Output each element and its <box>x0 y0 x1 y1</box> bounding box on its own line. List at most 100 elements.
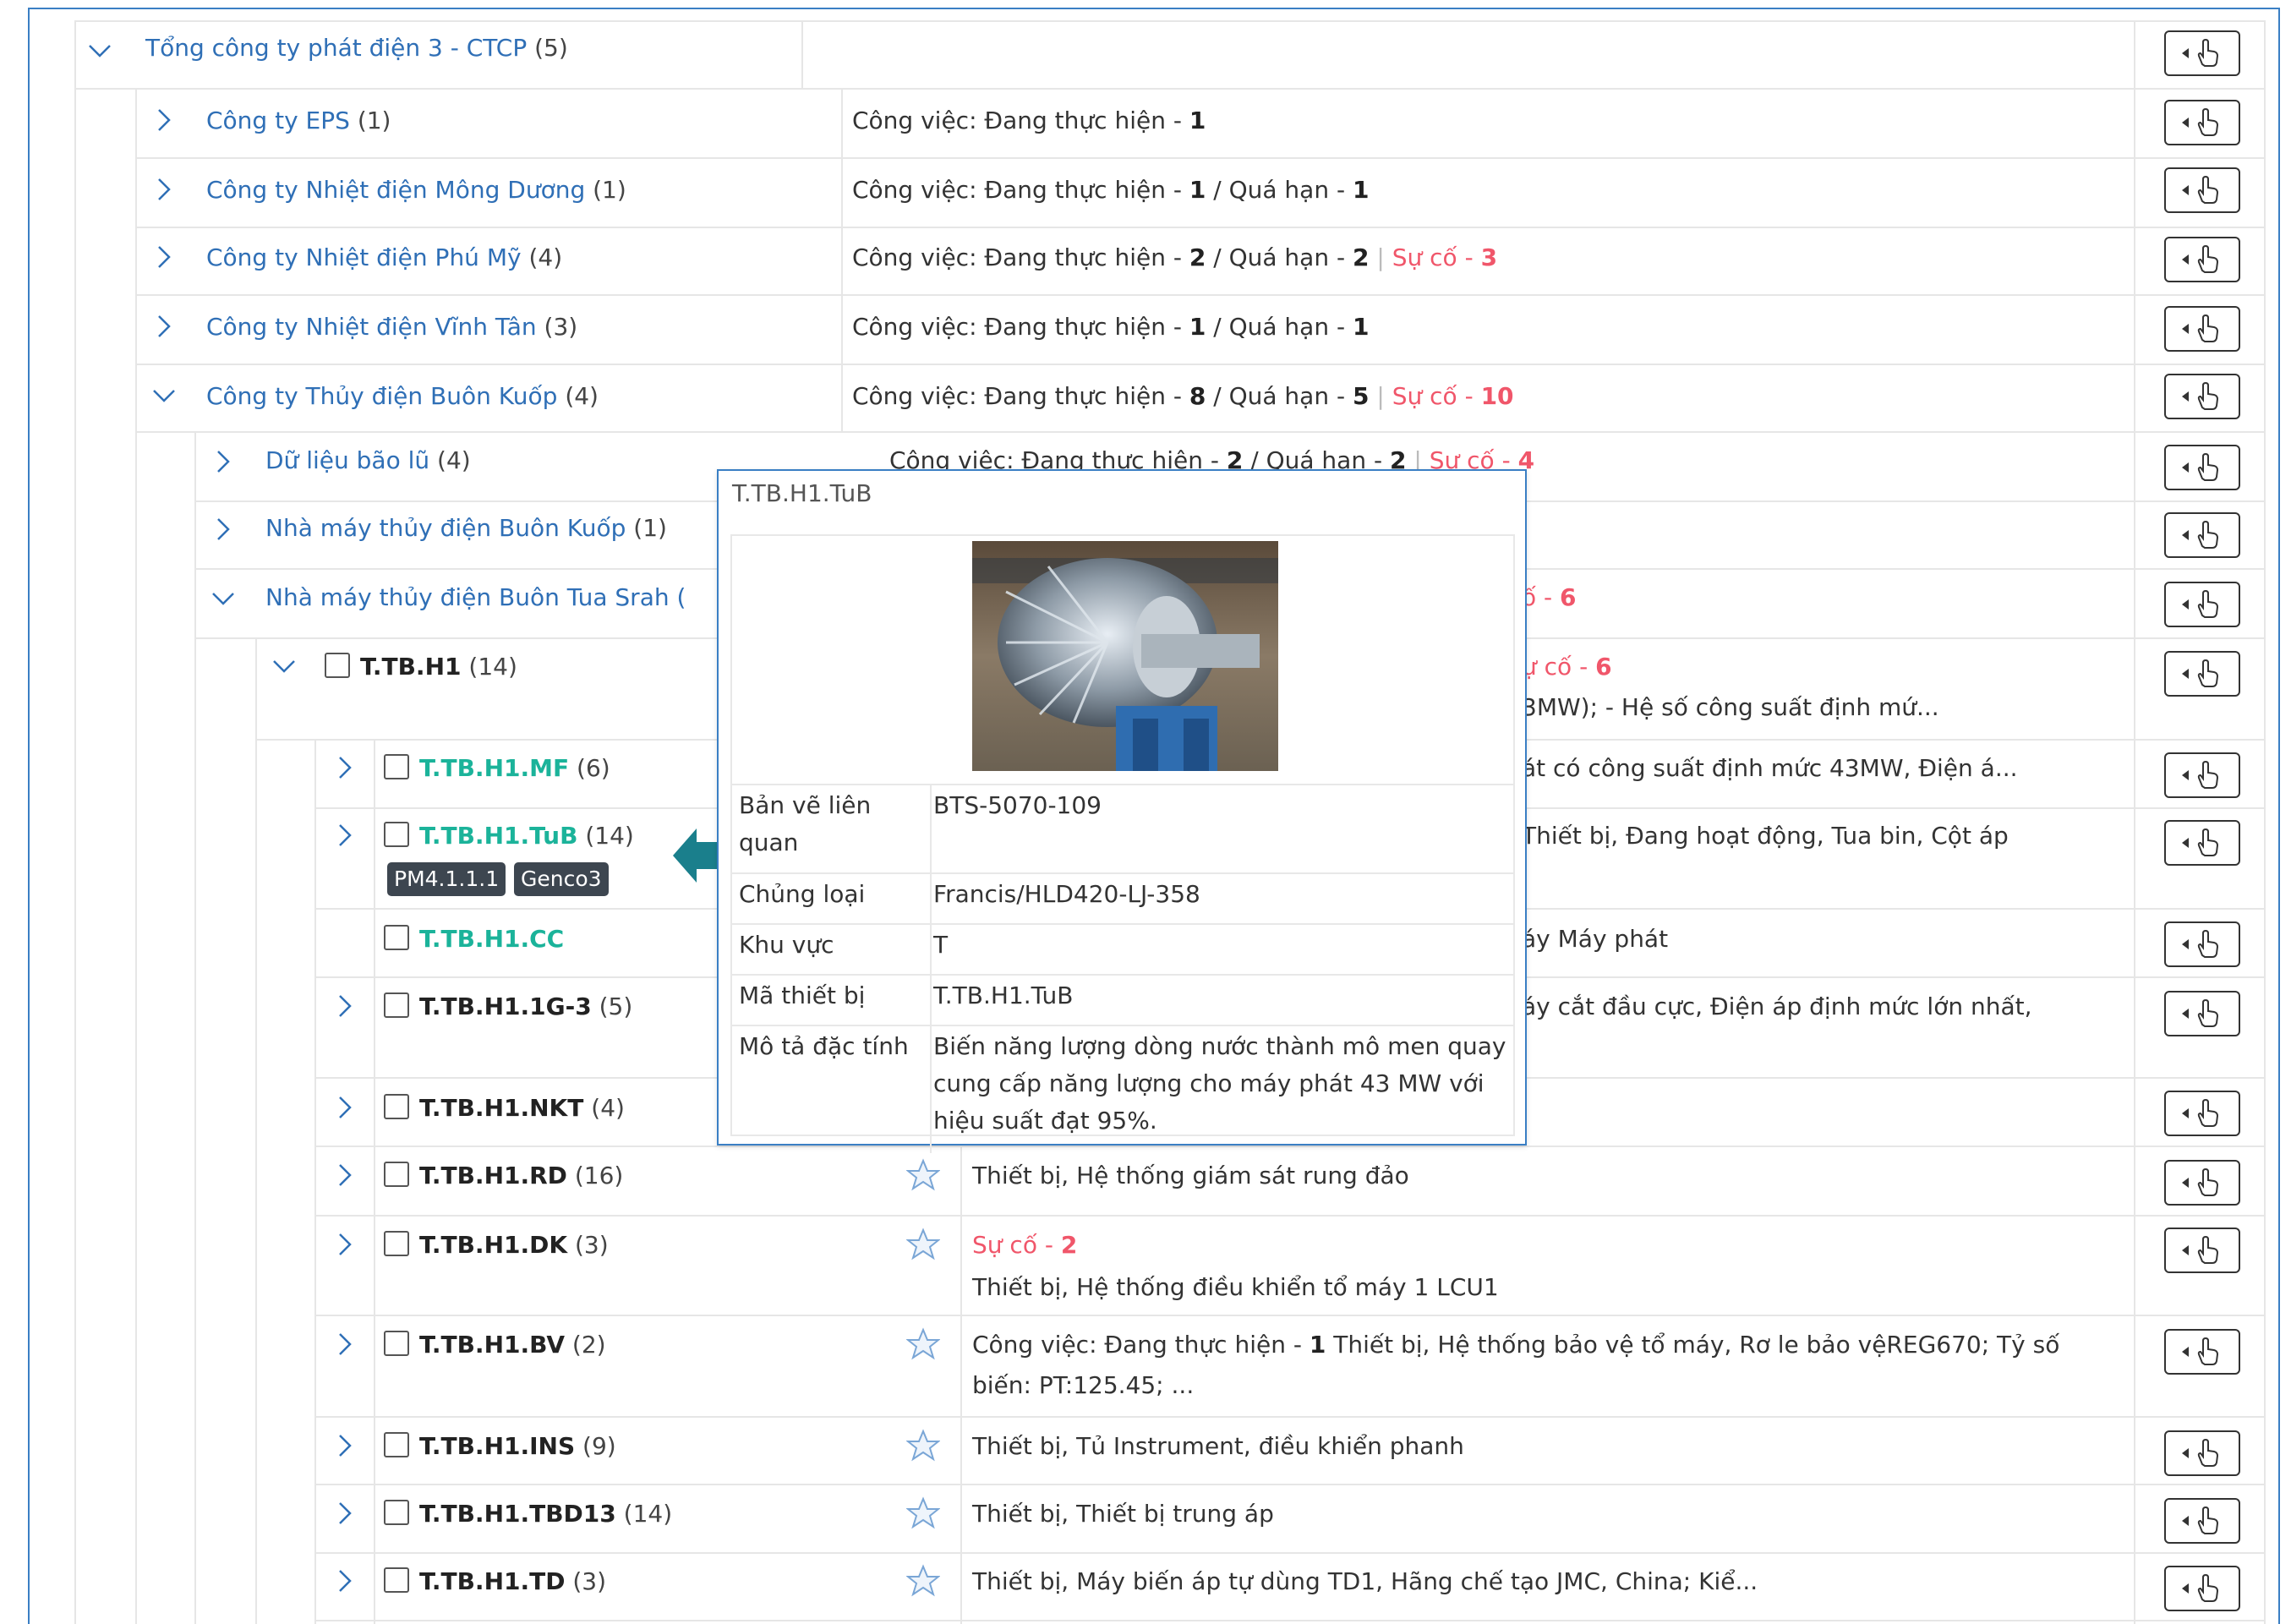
tree-node-device[interactable]: T.TB.H1.INS (9) <box>419 1432 616 1460</box>
node-code[interactable]: T.TB.H1.RD <box>419 1162 567 1189</box>
chevron-right-icon[interactable] <box>330 752 360 783</box>
tree-node-sub[interactable]: Nhà máy thủy điện Buôn Tua Srah ( <box>265 583 686 611</box>
tree-node-root[interactable]: Tổng công ty phát điện 3 - CTCP (5) <box>145 34 568 62</box>
chevron-down-icon[interactable] <box>149 380 179 411</box>
action-button[interactable] <box>2164 1329 2240 1375</box>
select-checkbox[interactable] <box>384 1567 409 1593</box>
tree-node-device[interactable]: T.TB.H1.DK (3) <box>419 1231 609 1259</box>
chevron-right-icon[interactable] <box>330 1229 360 1260</box>
chevron-right-icon[interactable] <box>149 311 179 342</box>
action-button[interactable] <box>2164 921 2240 967</box>
tree-node-company[interactable]: Công ty Thủy điện Buôn Kuốp (4) <box>206 382 599 410</box>
tree-node-sub[interactable]: Nhà máy thủy điện Buôn Kuốp (1) <box>265 514 667 542</box>
chevron-right-icon[interactable] <box>330 1092 360 1123</box>
node-code[interactable]: T.TB.H1.BV <box>419 1331 565 1359</box>
tree-node-device[interactable]: T.TB.H1.MF (6) <box>419 754 610 782</box>
chevron-right-icon[interactable] <box>208 446 238 477</box>
node-label[interactable]: Dữ liệu bão lũ <box>265 446 429 474</box>
star-icon[interactable] <box>905 1327 941 1361</box>
select-checkbox[interactable] <box>384 1500 409 1525</box>
action-button[interactable] <box>2164 752 2240 798</box>
tree-node-unit[interactable]: T.TB.H1 (14) <box>360 653 517 681</box>
star-icon[interactable] <box>905 1564 941 1598</box>
chevron-right-icon[interactable] <box>149 242 179 272</box>
select-checkbox[interactable] <box>384 925 409 950</box>
chevron-right-icon[interactable] <box>330 1160 360 1190</box>
node-code[interactable]: T.TB.H1.TD <box>419 1567 565 1595</box>
node-label[interactable]: Công ty Nhiệt điện Phú Mỹ <box>206 243 522 271</box>
star-icon[interactable] <box>905 1496 941 1530</box>
action-button[interactable] <box>2164 1091 2240 1136</box>
tree-node-device[interactable]: T.TB.H1.NKT (4) <box>419 1094 625 1122</box>
action-button[interactable] <box>2164 512 2240 558</box>
chevron-right-icon[interactable] <box>330 820 360 850</box>
tree-node-device[interactable]: T.TB.H1.RD (16) <box>419 1162 623 1189</box>
tree-node-company[interactable]: Công ty Nhiệt điện Mông Dương (1) <box>206 176 626 204</box>
node-label[interactable]: Công ty Nhiệt điện Vĩnh Tân <box>206 313 537 341</box>
tree-node-device[interactable]: T.TB.H1.TD (3) <box>419 1567 606 1595</box>
node-code[interactable]: T.TB.H1.TuB <box>419 822 577 850</box>
chevron-right-icon[interactable] <box>330 1329 360 1359</box>
action-button[interactable] <box>2164 582 2240 627</box>
action-button[interactable] <box>2164 30 2240 76</box>
node-code[interactable]: T.TB.H1.MF <box>419 754 569 782</box>
action-button[interactable] <box>2164 445 2240 490</box>
chevron-down-icon[interactable] <box>85 36 115 66</box>
select-checkbox[interactable] <box>384 754 409 779</box>
node-code[interactable]: T.TB.H1.INS <box>419 1432 575 1460</box>
node-label[interactable]: Công ty Nhiệt điện Mông Dương <box>206 176 585 204</box>
action-button[interactable] <box>2164 1228 2240 1273</box>
node-label[interactable]: Tổng công ty phát điện 3 - CTCP <box>145 34 527 62</box>
node-code[interactable]: T.TB.H1.TBD13 <box>419 1500 616 1528</box>
action-button[interactable] <box>2164 100 2240 145</box>
action-button[interactable] <box>2164 1160 2240 1206</box>
tree-node-device[interactable]: T.TB.H1.CC <box>419 925 564 953</box>
action-button[interactable] <box>2164 651 2240 697</box>
tree-node-company[interactable]: Công ty Nhiệt điện Vĩnh Tân (3) <box>206 313 577 341</box>
tree-node-device[interactable]: T.TB.H1.TBD13 (14) <box>419 1500 672 1528</box>
chevron-right-icon[interactable] <box>208 514 238 544</box>
select-checkbox[interactable] <box>325 653 350 678</box>
chevron-right-icon[interactable] <box>330 1566 360 1596</box>
chevron-down-icon[interactable] <box>208 583 238 614</box>
node-code[interactable]: T.TB.H1.DK <box>419 1231 567 1259</box>
chevron-right-icon[interactable] <box>330 1430 360 1461</box>
node-label[interactable]: Công ty Thủy điện Buôn Kuốp <box>206 382 557 410</box>
chevron-right-icon[interactable] <box>149 105 179 135</box>
tree-node-company[interactable]: Công ty EPS (1) <box>206 107 391 134</box>
select-checkbox[interactable] <box>384 1162 409 1187</box>
chevron-right-icon[interactable] <box>149 174 179 205</box>
select-checkbox[interactable] <box>384 1432 409 1457</box>
select-checkbox[interactable] <box>384 1231 409 1256</box>
node-code[interactable]: T.TB.H1.NKT <box>419 1094 583 1122</box>
select-checkbox[interactable] <box>384 822 409 847</box>
select-checkbox[interactable] <box>384 992 409 1018</box>
select-checkbox[interactable] <box>384 1331 409 1356</box>
node-code[interactable]: T.TB.H1.1G-3 <box>419 992 592 1020</box>
action-button[interactable] <box>2164 991 2240 1036</box>
node-code[interactable]: T.TB.H1.CC <box>419 925 564 953</box>
tree-node-device[interactable]: T.TB.H1.1G-3 (5) <box>419 992 632 1020</box>
tree-node-company[interactable]: Công ty Nhiệt điện Phú Mỹ (4) <box>206 243 562 271</box>
action-button[interactable] <box>2164 1566 2240 1611</box>
action-button[interactable] <box>2164 237 2240 282</box>
node-label[interactable]: Nhà máy thủy điện Buôn Tua Srah ( <box>265 583 686 611</box>
action-button[interactable] <box>2164 374 2240 419</box>
star-icon[interactable] <box>905 1228 941 1261</box>
tree-node-sub[interactable]: Dữ liệu bão lũ (4) <box>265 446 471 474</box>
star-icon[interactable] <box>905 1158 941 1192</box>
node-label[interactable]: Nhà máy thủy điện Buôn Kuốp <box>265 514 626 542</box>
chevron-right-icon[interactable] <box>330 1498 360 1528</box>
action-button[interactable] <box>2164 820 2240 866</box>
chevron-down-icon[interactable] <box>269 651 299 681</box>
node-code[interactable]: T.TB.H1 <box>360 653 461 681</box>
action-button[interactable] <box>2164 167 2240 213</box>
tree-node-device[interactable]: T.TB.H1.TuB (14) <box>419 822 634 850</box>
chevron-right-icon[interactable] <box>330 991 360 1021</box>
action-button[interactable] <box>2164 306 2240 352</box>
action-button[interactable] <box>2164 1498 2240 1544</box>
star-icon[interactable] <box>905 1429 941 1463</box>
select-checkbox[interactable] <box>384 1094 409 1119</box>
node-label[interactable]: Công ty EPS <box>206 107 350 134</box>
action-button[interactable] <box>2164 1430 2240 1476</box>
